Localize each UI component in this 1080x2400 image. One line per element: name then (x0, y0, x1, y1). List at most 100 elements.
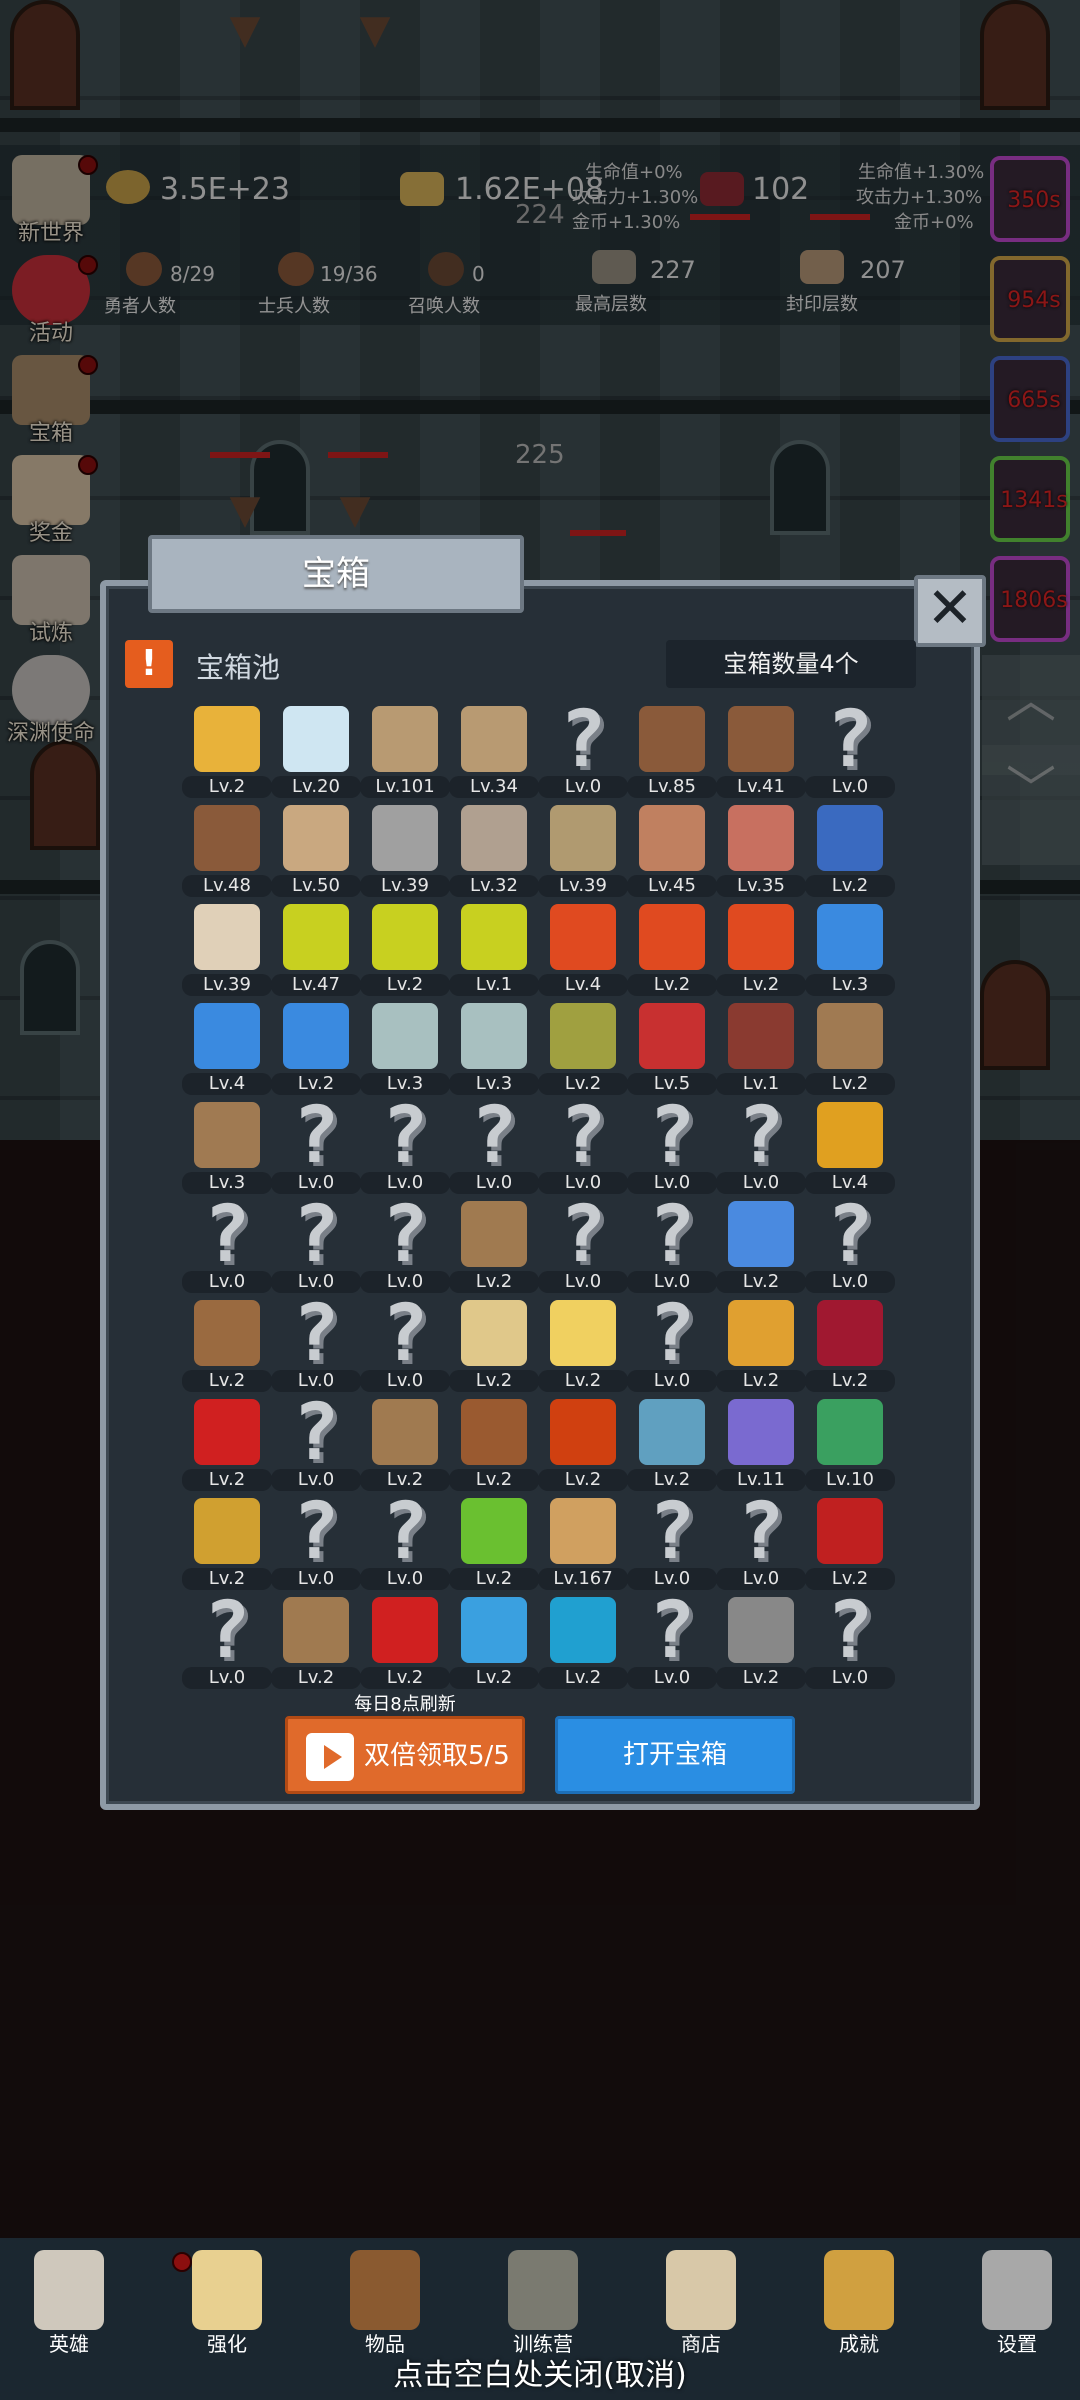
item-slot[interactable]: ? Lv.0 (271, 1294, 361, 1392)
item-slot[interactable]: Lv.3 (805, 898, 895, 996)
item-slot[interactable]: Lv.2 (182, 1492, 272, 1590)
item-slot[interactable]: Lv.2 (360, 898, 450, 996)
item-slot[interactable]: Lv.10 (805, 1393, 895, 1491)
item-slot[interactable]: Lv.2 (805, 1492, 895, 1590)
item-slot[interactable]: Lv.35 (716, 799, 806, 897)
item-slot[interactable]: Lv.3 (449, 997, 539, 1095)
item-slot[interactable]: ? Lv.0 (360, 1195, 450, 1293)
item-slot[interactable]: Lv.2 (627, 1393, 717, 1491)
item-slot[interactable]: Lv.2 (805, 799, 895, 897)
item-slot[interactable]: ? Lv.0 (449, 1096, 539, 1194)
item-slot[interactable]: Lv.2 (627, 898, 717, 996)
nav-item-5[interactable]: 成就 (804, 2250, 914, 2360)
item-slot[interactable]: Lv.2 (449, 1294, 539, 1392)
nav-item-1[interactable]: 强化 (172, 2250, 282, 2360)
item-slot[interactable]: Lv.2 (538, 997, 628, 1095)
item-slot[interactable]: ? Lv.0 (716, 1096, 806, 1194)
nav-item-0[interactable]: 英雄 (14, 2250, 124, 2360)
item-slot[interactable]: Lv.2 (449, 1591, 539, 1689)
item-slot[interactable]: Lv.32 (449, 799, 539, 897)
item-slot[interactable]: ? Lv.0 (360, 1096, 450, 1194)
item-slot[interactable]: Lv.2 (271, 1591, 361, 1689)
item-slot[interactable]: ? Lv.0 (182, 1195, 272, 1293)
item-slot[interactable]: ? Lv.0 (538, 1195, 628, 1293)
item-slot[interactable]: ? Lv.0 (182, 1591, 272, 1689)
item-slot[interactable]: ? Lv.0 (627, 1492, 717, 1590)
item-slot[interactable]: Lv.39 (538, 799, 628, 897)
item-slot[interactable]: Lv.2 (449, 1195, 539, 1293)
item-slot[interactable]: ? Lv.0 (271, 1393, 361, 1491)
item-slot[interactable]: Lv.2 (716, 1294, 806, 1392)
item-slot[interactable]: Lv.101 (360, 700, 450, 798)
item-slot[interactable]: ? Lv.0 (360, 1492, 450, 1590)
item-slot[interactable]: Lv.34 (449, 700, 539, 798)
item-slot[interactable]: ? Lv.0 (805, 1591, 895, 1689)
item-slot[interactable]: Lv.45 (627, 799, 717, 897)
item-slot[interactable]: ? Lv.0 (538, 1096, 628, 1194)
item-slot[interactable]: Lv.39 (182, 898, 272, 996)
red-book-icon (817, 1498, 883, 1564)
item-slot[interactable]: ? Lv.0 (805, 700, 895, 798)
item-slot[interactable]: ? Lv.0 (627, 1096, 717, 1194)
item-slot[interactable]: Lv.2 (360, 1393, 450, 1491)
double-claim-button[interactable]: 双倍领取5/5 (285, 1716, 525, 1794)
beer-icon (550, 1498, 616, 1564)
item-slot[interactable]: Lv.50 (271, 799, 361, 897)
item-slot[interactable]: Lv.4 (538, 898, 628, 996)
item-slot[interactable]: Lv.2 (360, 1591, 450, 1689)
item-slot[interactable]: Lv.2 (182, 1393, 272, 1491)
item-slot[interactable]: Lv.47 (271, 898, 361, 996)
item-slot[interactable]: ? Lv.0 (271, 1492, 361, 1590)
item-slot[interactable]: Lv.3 (360, 997, 450, 1095)
item-level: Lv.2 (627, 974, 717, 996)
item-slot[interactable]: Lv.2 (182, 1294, 272, 1392)
item-level: Lv.2 (449, 1271, 539, 1293)
item-slot[interactable]: Lv.11 (716, 1393, 806, 1491)
item-slot[interactable]: Lv.20 (271, 700, 361, 798)
item-slot[interactable]: Lv.2 (449, 1393, 539, 1491)
item-slot[interactable]: Lv.2 (805, 1294, 895, 1392)
boot-icon (194, 1102, 260, 1168)
nav-item-3[interactable]: 训练营 (488, 2250, 598, 2360)
unknown-icon: ? (470, 1091, 518, 1181)
item-slot[interactable]: ? Lv.0 (805, 1195, 895, 1293)
unknown-icon: ? (559, 1091, 607, 1181)
item-slot[interactable]: ? Lv.0 (627, 1294, 717, 1392)
item-slot[interactable]: Lv.2 (538, 1393, 628, 1491)
unknown-icon: ? (292, 1388, 340, 1478)
item-slot[interactable]: Lv.3 (182, 1096, 272, 1194)
item-slot[interactable]: Lv.85 (627, 700, 717, 798)
item-slot[interactable]: ? Lv.0 (271, 1096, 361, 1194)
item-slot[interactable]: Lv.167 (538, 1492, 628, 1590)
nav-item-4[interactable]: 商店 (646, 2250, 756, 2360)
item-slot[interactable]: Lv.4 (182, 997, 272, 1095)
item-slot[interactable]: Lv.2 (805, 997, 895, 1095)
item-slot[interactable]: Lv.39 (360, 799, 450, 897)
item-slot[interactable]: ? Lv.0 (360, 1294, 450, 1392)
item-slot[interactable]: Lv.1 (449, 898, 539, 996)
item-slot[interactable]: Lv.2 (449, 1492, 539, 1590)
close-button[interactable]: ✕ (914, 575, 986, 647)
red-orb-icon (194, 1399, 260, 1465)
item-slot[interactable]: ? Lv.0 (716, 1492, 806, 1590)
item-slot[interactable]: Lv.2 (716, 898, 806, 996)
item-slot[interactable]: ? Lv.0 (538, 700, 628, 798)
item-slot[interactable]: Lv.2 (538, 1294, 628, 1392)
item-slot[interactable]: Lv.4 (805, 1096, 895, 1194)
item-slot[interactable]: Lv.2 (538, 1591, 628, 1689)
item-slot[interactable]: Lv.2 (182, 700, 272, 798)
item-slot[interactable]: Lv.1 (716, 997, 806, 1095)
item-slot[interactable]: ? Lv.0 (627, 1195, 717, 1293)
item-slot[interactable]: Lv.2 (271, 997, 361, 1095)
nav-item-6[interactable]: 设置 (962, 2250, 1072, 2360)
nav-item-2[interactable]: 物品 (330, 2250, 440, 2360)
item-slot[interactable]: Lv.2 (716, 1195, 806, 1293)
staff-icon (461, 1201, 527, 1267)
item-slot[interactable]: Lv.5 (627, 997, 717, 1095)
item-slot[interactable]: ? Lv.0 (271, 1195, 361, 1293)
item-slot[interactable]: Lv.41 (716, 700, 806, 798)
item-slot[interactable]: Lv.48 (182, 799, 272, 897)
item-slot[interactable]: ? Lv.0 (627, 1591, 717, 1689)
item-slot[interactable]: Lv.2 (716, 1591, 806, 1689)
open-chest-button[interactable]: 打开宝箱 (555, 1716, 795, 1794)
